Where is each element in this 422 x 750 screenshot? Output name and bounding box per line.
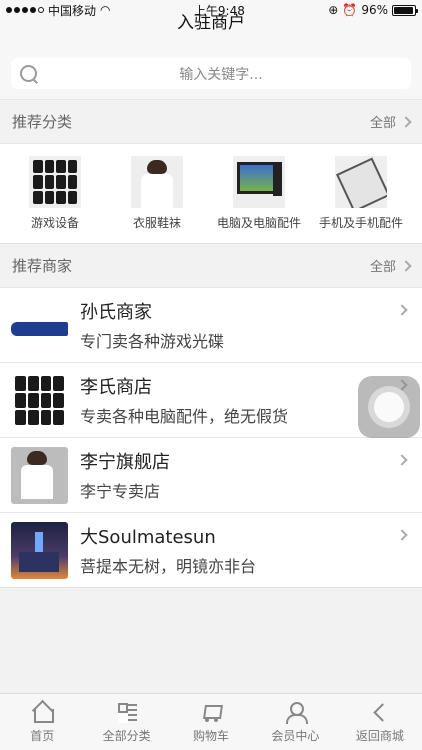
tab-label: 首页	[30, 728, 55, 743]
merchant-list: 孙氏商家 专门卖各种游戏光碟 李氏商店 专卖各种电脑配件，绝无假货 李宁旗舰店 …	[0, 288, 422, 588]
tab-back-to-mall[interactable]: 返回商城	[338, 694, 422, 750]
category-label: 电脑及电脑配件	[216, 216, 301, 230]
carrier-label: 中国移动	[48, 3, 97, 18]
merchant-name: 李宁旗舰店	[80, 452, 170, 473]
category-label: 游戏设备	[30, 216, 79, 230]
category-item-clothing[interactable]: 衣服鞋袜	[106, 156, 208, 231]
merchant-name: 大Soulmatesun	[80, 527, 216, 548]
nav-header: 入驻商户	[0, 15, 422, 48]
search-icon	[19, 64, 39, 84]
game-devices-icon	[29, 156, 81, 208]
phone-icon	[335, 156, 387, 208]
tab-label: 全部分类	[102, 728, 151, 743]
tab-all-categories[interactable]: 全部分类	[84, 694, 168, 750]
assistive-touch-button[interactable]	[358, 376, 420, 438]
orientation-lock-icon: ⊕	[328, 3, 339, 17]
alarm-icon: ⏰	[342, 3, 358, 17]
chevron-right-icon	[400, 115, 412, 128]
category-item-phones[interactable]: 手机及手机配件	[310, 156, 412, 231]
user-icon	[284, 701, 309, 724]
merchant-thumbnail	[11, 446, 68, 504]
all-label: 全部	[369, 116, 396, 131]
signal-icon	[6, 7, 44, 13]
search-input[interactable]: 输入关键字...	[11, 58, 411, 89]
merchant-row[interactable]: 李宁旗舰店 李宁专卖店	[0, 438, 422, 513]
merchant-row[interactable]: 大Soulmatesun 菩提本无树，明镜亦非台	[0, 513, 422, 588]
tab-label: 返回商城	[355, 728, 404, 743]
cart-icon	[200, 701, 222, 723]
status-right: ⊕ ⏰ 96%	[328, 3, 418, 17]
search-bar: 输入关键字...	[0, 48, 422, 100]
recommended-categories-header: 推荐分类 全部	[0, 100, 422, 144]
tab-bar: 首页 全部分类 购物车 会员中心 返回商城	[0, 693, 422, 750]
section-title: 推荐商家	[12, 257, 73, 275]
merchant-desc: 专门卖各种游戏光碟	[80, 332, 225, 351]
categories-all-link[interactable]: 全部	[369, 112, 412, 131]
merchant-thumbnail	[11, 371, 68, 429]
wifi-icon: ◠	[100, 3, 111, 17]
merchant-thumbnail	[11, 296, 68, 354]
category-label: 衣服鞋袜	[132, 216, 181, 230]
tab-cart[interactable]: 购物车	[169, 694, 253, 750]
assistive-touch-dot	[374, 392, 404, 422]
merchant-name: 孙氏商家	[80, 302, 152, 323]
merchant-row[interactable]: 孙氏商家 专门卖各种游戏光碟	[0, 288, 422, 363]
category-item-computers[interactable]: 电脑及电脑配件	[208, 156, 310, 231]
merchants-all-link[interactable]: 全部	[369, 256, 412, 275]
category-list: 游戏设备 衣服鞋袜 电脑及电脑配件 手机及手机配件	[0, 144, 422, 244]
category-label: 手机及手机配件	[318, 216, 403, 230]
tab-label: 购物车	[193, 728, 230, 743]
merchant-desc: 李宁专卖店	[80, 482, 161, 501]
tab-label: 会员中心	[271, 728, 320, 743]
search-placeholder: 输入关键字...	[179, 66, 263, 83]
page-title: 入驻商户	[177, 13, 245, 33]
battery-icon	[391, 4, 418, 16]
merchant-desc: 菩提本无树，明镜亦非台	[80, 557, 257, 576]
merchant-thumbnail	[11, 521, 68, 579]
all-label: 全部	[369, 260, 396, 275]
category-item-games[interactable]: 游戏设备	[4, 156, 106, 231]
chevron-left-icon	[369, 701, 391, 723]
computer-icon	[233, 156, 285, 208]
tab-home[interactable]: 首页	[0, 694, 84, 750]
recommended-merchants-header: 推荐商家 全部	[0, 244, 422, 288]
tab-member-center[interactable]: 会员中心	[253, 694, 337, 750]
status-left: 中国移动 ◠	[6, 2, 111, 19]
clothing-icon	[131, 156, 183, 208]
home-icon	[31, 701, 55, 723]
category-list-icon	[116, 701, 138, 723]
section-title: 推荐分类	[12, 113, 73, 131]
chevron-right-icon	[400, 259, 412, 272]
battery-label: 96%	[361, 3, 388, 17]
